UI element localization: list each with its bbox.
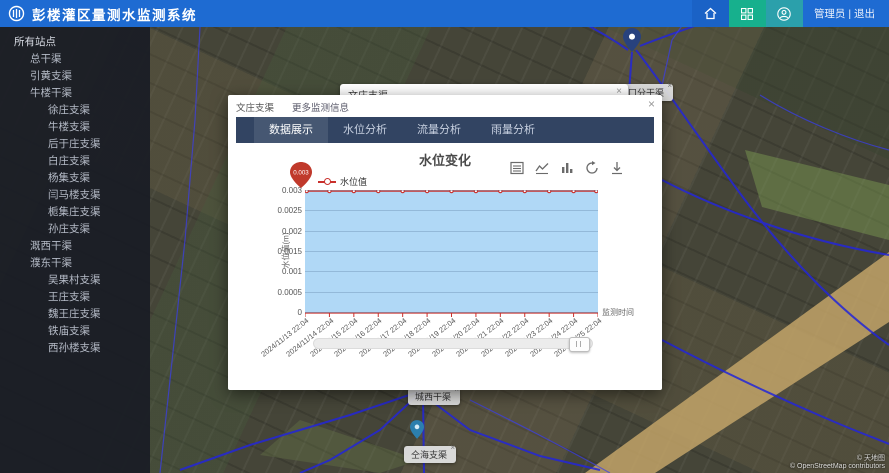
dialog-tab-bar: 数据展示水位分析流量分析雨量分析	[236, 117, 654, 143]
y-tick-label: 0.002	[266, 227, 302, 236]
sidebar-item-canal[interactable]: 魏王庄支渠	[0, 306, 150, 323]
chart-plot-area[interactable]	[305, 190, 598, 312]
map-marker-pin[interactable]	[410, 420, 424, 444]
app-logo-icon	[8, 5, 25, 22]
attribution-line: © 天地图	[790, 455, 885, 463]
dialog-tab-3[interactable]: 雨量分析	[476, 117, 550, 143]
chart-legend[interactable]: 水位值	[318, 175, 367, 188]
y-tick-label: 0	[266, 308, 302, 317]
gridline	[305, 231, 598, 232]
y-tick-label: 0.0025	[266, 206, 302, 215]
legend-series-label: 水位值	[340, 175, 367, 188]
map-tooltip-canal[interactable]: 城西干渠 ×	[408, 388, 460, 405]
map-marker-pin[interactable]	[623, 28, 641, 57]
app-title: 彭楼灌区量测水监测系统	[32, 4, 197, 24]
home-icon	[704, 7, 717, 20]
station-detail-dialog: 文庄支渠 更多监测信息 × 数据展示水位分析流量分析雨量分析 水位变化	[228, 95, 662, 390]
sidebar-item-canal[interactable]: 栀集庄支渠	[0, 204, 150, 221]
sidebar-item-canal[interactable]: 孙庄支渠	[0, 221, 150, 238]
y-tick-label: 0.001	[266, 267, 302, 276]
home-button[interactable]	[692, 0, 729, 27]
max-value-markpoint: 0.003	[290, 162, 312, 193]
y-tick-label: 0.0005	[266, 288, 302, 297]
series-area	[305, 191, 598, 313]
user-icon	[777, 7, 791, 21]
user-button[interactable]	[766, 0, 803, 27]
sidebar-item-canal[interactable]: 徐庄支渠	[0, 102, 150, 119]
dialog-tab-0[interactable]: 数据展示	[254, 117, 328, 143]
restore-icon[interactable]	[585, 161, 599, 175]
sidebar-item-canal[interactable]: 闫马楼支渠	[0, 187, 150, 204]
gridline	[305, 271, 598, 272]
switch-bar-icon[interactable]	[560, 161, 574, 175]
gridline	[305, 251, 598, 252]
y-tick-label: 0.0015	[266, 247, 302, 256]
sidebar-item-canal[interactable]: 吴果村支渠	[0, 272, 150, 289]
application-window: 彭楼灌区量测水监测系统	[0, 0, 889, 473]
sidebar-item-canal[interactable]: 牛楼干渠	[0, 85, 150, 102]
sidebar-item-canal[interactable]: 王庄支渠	[0, 289, 150, 306]
chart-toolbox	[510, 161, 624, 175]
data-view-icon[interactable]	[510, 161, 524, 175]
canal-tree-sidebar: 所有站点总干渠引黄支渠牛楼干渠徐庄支渠牛楼支渠后于庄支渠白庄支渠杨集支渠闫马楼支…	[0, 27, 150, 473]
save-image-icon[interactable]	[610, 161, 624, 175]
dialog-tab-1[interactable]: 水位分析	[328, 117, 402, 143]
sidebar-item-canal[interactable]: 白庄支渠	[0, 153, 150, 170]
sidebar-item-canal[interactable]: 西孙楼支渠	[0, 340, 150, 357]
sidebar-item-canal[interactable]: 溉西干渠	[0, 238, 150, 255]
datazoom-handle[interactable]	[569, 337, 590, 352]
switch-line-icon[interactable]	[535, 161, 549, 175]
sidebar-item-canal[interactable]: 后于庄支渠	[0, 136, 150, 153]
gridline	[305, 210, 598, 211]
more-info-link[interactable]: 更多监测信息	[292, 100, 349, 114]
sidebar-item-canal[interactable]: 所有站点	[0, 34, 150, 51]
datazoom-slider[interactable]	[313, 338, 593, 349]
map-tooltip-canal[interactable]: 仝海支渠 ×	[404, 446, 456, 463]
sidebar-item-canal[interactable]: 总干渠	[0, 51, 150, 68]
sidebar-item-canal[interactable]: 濮东干渠	[0, 255, 150, 272]
header-actions: 管理员 | 退出	[692, 0, 889, 27]
markpoint-value: 0.003	[293, 170, 309, 177]
user-session-label[interactable]: 管理员 | 退出	[814, 6, 875, 21]
app-header: 彭楼灌区量测水监测系统	[0, 0, 889, 27]
field-patch-2	[260, 420, 420, 473]
close-icon[interactable]: ×	[648, 97, 655, 111]
close-icon[interactable]: ×	[450, 444, 455, 452]
map-tooltip-label: 城西干渠	[415, 392, 451, 402]
sidebar-item-canal[interactable]: 铁庙支渠	[0, 323, 150, 340]
attribution-line: © OpenStreetMap contributors	[790, 463, 885, 471]
map-attribution: © 天地图© OpenStreetMap contributors	[790, 455, 885, 471]
gridline	[305, 190, 598, 191]
apps-button[interactable]	[729, 0, 766, 27]
legend-line-marker-icon	[318, 181, 336, 183]
map-tooltip-label: 仝海支渠	[411, 450, 447, 460]
dialog-station-name: 文庄支渠	[236, 100, 274, 114]
apps-grid-icon	[741, 8, 753, 20]
sidebar-item-canal[interactable]: 引黄支渠	[0, 68, 150, 85]
dialog-tab-2[interactable]: 流量分析	[402, 117, 476, 143]
gridline	[305, 292, 598, 293]
close-icon[interactable]: ×	[667, 82, 672, 90]
x-axis-name: 监测时间	[602, 307, 634, 318]
sidebar-item-canal[interactable]: 杨集支渠	[0, 170, 150, 187]
sidebar-item-canal[interactable]: 牛楼支渠	[0, 119, 150, 136]
